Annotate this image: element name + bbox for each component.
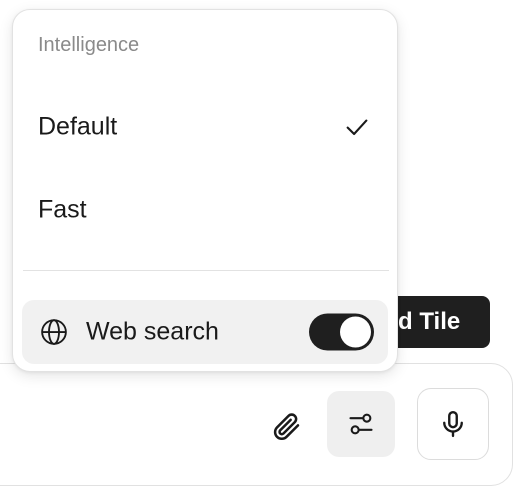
settings-button[interactable]: [327, 391, 395, 457]
intelligence-menu: Intelligence Default Fast Web search: [12, 9, 398, 372]
attach-button[interactable]: [266, 406, 306, 446]
paperclip-icon: [273, 413, 300, 440]
checkmark-icon: [343, 113, 371, 141]
menu-item-fast[interactable]: Fast: [13, 178, 397, 242]
web-search-label: Web search: [86, 317, 219, 346]
menu-section-header: Intelligence: [38, 34, 140, 56]
web-search-toggle[interactable]: [309, 313, 374, 351]
globe-icon: [38, 316, 70, 348]
menu-item-label: Fast: [38, 195, 87, 224]
menu-item-label: Default: [38, 112, 118, 141]
microphone-icon: [443, 410, 463, 438]
sliders-icon: [349, 413, 373, 435]
menu-item-default[interactable]: Default: [13, 95, 397, 159]
toggle-knob: [340, 316, 371, 348]
microphone-button[interactable]: [417, 388, 489, 460]
web-search-row[interactable]: Web search: [22, 300, 388, 364]
screen: Add Tile Intelligence Default Fast Web s…: [0, 0, 516, 500]
menu-divider: [23, 270, 389, 271]
